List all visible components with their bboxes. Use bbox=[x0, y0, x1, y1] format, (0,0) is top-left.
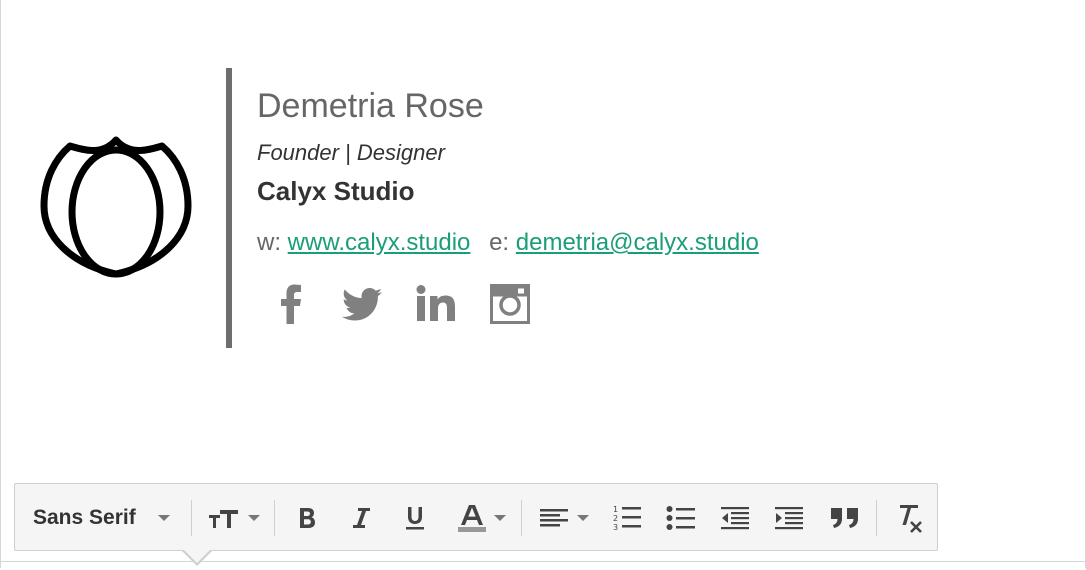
chevron-down-icon bbox=[157, 515, 170, 521]
numbered-list-icon: 1 2 3 bbox=[613, 505, 641, 532]
align-left-icon bbox=[540, 509, 568, 527]
facebook-icon[interactable] bbox=[280, 284, 302, 324]
italic-icon bbox=[353, 508, 370, 528]
website-link[interactable]: www.calyx.studio bbox=[288, 229, 471, 256]
toolbar-separator bbox=[191, 500, 192, 536]
signature-company: Calyx Studio bbox=[257, 176, 415, 206]
numbered-list-button[interactable]: 1 2 3 bbox=[607, 484, 647, 552]
website-prefix: w: bbox=[257, 229, 281, 256]
toolbar-separator bbox=[274, 500, 275, 536]
bulleted-list-button[interactable] bbox=[661, 484, 701, 552]
underline-icon bbox=[406, 507, 424, 530]
indent-more-button[interactable] bbox=[769, 484, 809, 552]
italic-button[interactable] bbox=[343, 484, 379, 552]
quote-icon bbox=[831, 508, 858, 528]
toolbar-pointer-fill bbox=[183, 549, 211, 563]
signature-divider bbox=[226, 68, 232, 348]
font-size-button[interactable] bbox=[203, 484, 265, 552]
bulleted-list-icon bbox=[666, 506, 695, 530]
remove-formatting-icon bbox=[900, 505, 922, 533]
indent-more-icon bbox=[775, 507, 803, 530]
bold-button[interactable] bbox=[289, 484, 325, 552]
signature-name: Demetria Rose bbox=[257, 87, 484, 125]
formatting-toolbar: Sans Serif 1 2 3 bbox=[14, 483, 938, 551]
signature-contact: w: www.calyx.studio e: demetria@calyx.st… bbox=[257, 229, 759, 257]
twitter-icon[interactable] bbox=[342, 288, 382, 328]
signature-role: Founder | Designer bbox=[257, 140, 445, 165]
svg-text:2: 2 bbox=[613, 514, 618, 523]
text-color-button[interactable] bbox=[451, 484, 513, 552]
email-link[interactable]: demetria@calyx.studio bbox=[516, 229, 759, 256]
instagram-icon[interactable] bbox=[490, 284, 530, 324]
chevron-down-icon bbox=[494, 515, 506, 521]
indent-less-icon bbox=[721, 507, 749, 530]
compose-divider bbox=[0, 561, 1086, 562]
align-button[interactable] bbox=[533, 484, 595, 552]
font-family-label: Sans Serif bbox=[33, 506, 136, 529]
toolbar-separator bbox=[876, 500, 877, 536]
toolbar-separator bbox=[521, 500, 522, 536]
text-color-icon bbox=[458, 505, 486, 532]
remove-formatting-button[interactable] bbox=[887, 484, 931, 552]
underline-button[interactable] bbox=[397, 484, 433, 552]
email-prefix: e: bbox=[489, 229, 510, 256]
svg-text:1: 1 bbox=[613, 505, 618, 514]
linkedin-icon[interactable] bbox=[416, 285, 456, 325]
quote-button[interactable] bbox=[825, 484, 865, 552]
font-size-icon bbox=[209, 510, 238, 528]
svg-text:3: 3 bbox=[613, 523, 618, 532]
chevron-down-icon bbox=[248, 515, 260, 521]
bold-icon bbox=[300, 508, 315, 528]
indent-less-button[interactable] bbox=[715, 484, 755, 552]
calyx-logo-icon bbox=[40, 136, 192, 278]
chevron-down-icon bbox=[577, 515, 589, 521]
font-family-select[interactable]: Sans Serif bbox=[33, 484, 193, 552]
